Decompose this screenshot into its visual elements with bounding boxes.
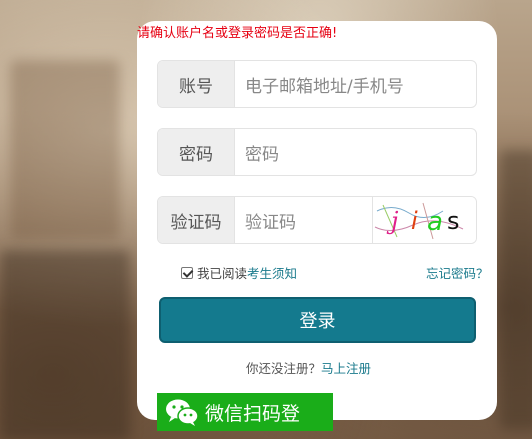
account-field[interactable]: 账号 电子邮箱地址/手机号 bbox=[157, 60, 477, 108]
register-prompt: 你还没注册？ bbox=[246, 361, 322, 376]
exam-notice-link[interactable]: 考生须知 bbox=[247, 263, 297, 282]
agreement-prefix: 我已阅读 bbox=[197, 266, 248, 281]
captcha-label: 验证码 bbox=[158, 197, 235, 243]
wechat-login-button[interactable]: 微信扫码登 bbox=[157, 393, 333, 431]
agreement-checkbox[interactable] bbox=[181, 266, 193, 279]
password-field[interactable]: 密码 密码 bbox=[157, 128, 477, 176]
wechat-icon bbox=[166, 399, 199, 426]
captcha-image[interactable]: j i a s bbox=[372, 197, 476, 243]
background-blur-3 bbox=[500, 150, 532, 430]
register-link[interactable]: 马上注册 bbox=[321, 361, 371, 376]
wechat-login-label: 微信扫码登 bbox=[205, 402, 301, 425]
background-blur-2 bbox=[0, 250, 130, 439]
register-row: 你还没注册？马上注册 bbox=[246, 358, 371, 377]
svg-text:i: i bbox=[411, 207, 418, 235]
password-input[interactable]: 密码 bbox=[235, 129, 476, 175]
svg-text:s: s bbox=[447, 207, 460, 235]
background-blur-1 bbox=[10, 60, 120, 240]
error-message: 请确认账户名或登录密码是否正确! bbox=[137, 26, 338, 41]
account-label: 账号 bbox=[158, 61, 235, 107]
forgot-password-link[interactable]: 忘记密码？ bbox=[426, 263, 489, 282]
password-label: 密码 bbox=[158, 129, 235, 175]
account-input[interactable]: 电子邮箱地址/手机号 bbox=[235, 61, 476, 107]
agreement-row: 我已阅读 考生须知 bbox=[181, 263, 297, 282]
login-button[interactable]: 登录 bbox=[159, 297, 476, 343]
captcha-input[interactable]: 验证码 bbox=[235, 197, 372, 243]
captcha-field[interactable]: 验证码 验证码 j i a s bbox=[157, 196, 477, 244]
svg-text:a: a bbox=[427, 207, 443, 237]
